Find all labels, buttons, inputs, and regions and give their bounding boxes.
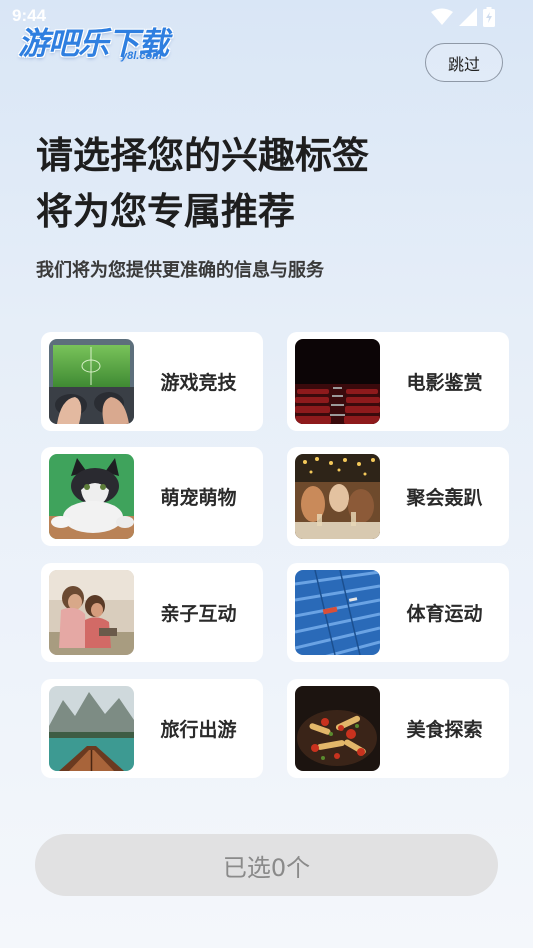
page-title-line-2: 将为您专属推荐 xyxy=(36,190,295,233)
page-title: 请选择您的兴趣标签 将为您专属推荐 xyxy=(36,128,369,240)
tag-label: 电影鉴赏 xyxy=(406,372,483,394)
status-icons xyxy=(431,7,495,31)
children-image xyxy=(49,570,134,655)
page-subtitle: 我们将为您提供更准确的信息与服务 xyxy=(36,260,324,281)
logo-sub-text: y8l.com xyxy=(121,50,162,62)
cat-image xyxy=(49,454,134,539)
tag-card-party[interactable]: 聚会轰趴 xyxy=(287,447,509,546)
wifi-icon xyxy=(431,8,453,30)
tag-label: 游戏竞技 xyxy=(160,372,237,394)
tag-label: 聚会轰趴 xyxy=(406,487,483,509)
tag-card-sports[interactable]: 体育运动 xyxy=(287,563,509,662)
tag-card-food[interactable]: 美食探索 xyxy=(287,679,509,778)
food-image xyxy=(295,686,380,771)
tag-label: 体育运动 xyxy=(406,603,483,625)
confirm-selection-button[interactable]: 已选0个 xyxy=(35,834,498,896)
party-image xyxy=(295,454,380,539)
tag-label: 萌宠萌物 xyxy=(160,487,237,509)
gaming-image xyxy=(49,339,134,424)
tag-label: 美食探索 xyxy=(406,719,483,741)
tag-card-pets[interactable]: 萌宠萌物 xyxy=(41,447,263,546)
tag-label: 亲子互动 xyxy=(160,603,237,625)
tag-card-gaming[interactable]: 游戏竞技 xyxy=(41,332,263,431)
signal-icon xyxy=(459,8,477,30)
cinema-image xyxy=(295,339,380,424)
battery-icon xyxy=(483,7,495,31)
stadium-image xyxy=(295,570,380,655)
skip-button[interactable]: 跳过 xyxy=(425,43,503,82)
tag-card-cinema[interactable]: 电影鉴赏 xyxy=(287,332,509,431)
tag-card-travel[interactable]: 旅行出游 xyxy=(41,679,263,778)
page-title-line-1: 请选择您的兴趣标签 xyxy=(36,134,369,177)
tag-card-family[interactable]: 亲子互动 xyxy=(41,563,263,662)
tag-label: 旅行出游 xyxy=(160,719,237,741)
lake-boat-image xyxy=(49,686,134,771)
app-logo: 游吧乐下载 y8l.com xyxy=(18,18,188,68)
